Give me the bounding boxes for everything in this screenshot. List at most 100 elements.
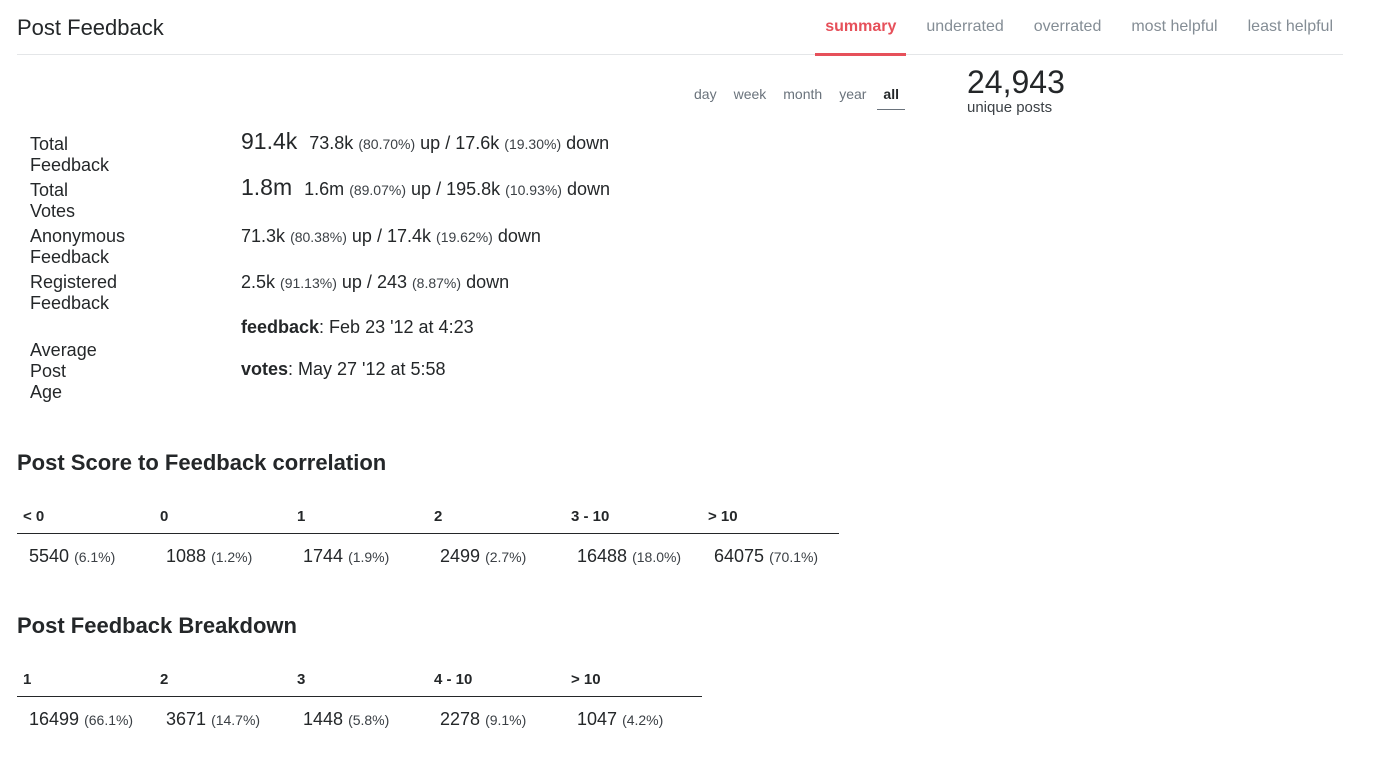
column-header: 1 <box>291 508 428 534</box>
table-cell: 2499 (2.7%) <box>428 534 565 568</box>
unique-posts: 24,943 unique posts <box>967 64 1065 116</box>
post-feedback-page: Post Feedback summary underrated overrat… <box>0 0 1390 771</box>
tab-least-helpful[interactable]: least helpful <box>1238 0 1343 55</box>
tab-summary[interactable]: summary <box>815 0 907 56</box>
column-header: < 0 <box>17 508 154 534</box>
votes-age-key: votes <box>241 359 289 379</box>
table-cell: 1088 (1.2%) <box>154 534 291 568</box>
cell-percent: (4.2%) <box>622 712 664 728</box>
column-header: 3 <box>291 671 428 697</box>
down-count: 17.4k <box>386 226 432 246</box>
period-all[interactable]: all <box>877 82 905 110</box>
cell-percent: (70.1%) <box>769 549 819 565</box>
stat-value: feedback: Feb 23 '12 at 4:23 votes: May … <box>241 306 474 390</box>
up-percent: (80.38%) <box>290 229 347 245</box>
tab-bar: summary underrated overrated most helpfu… <box>805 0 1343 56</box>
table-row: 16499 (66.1%) 3671 (14.7%) 1448 (5.8%) 2… <box>17 697 702 731</box>
period-day[interactable]: day <box>688 82 723 110</box>
table-row: 5540 (6.1%) 1088 (1.2%) 1744 (1.9%) 2499… <box>17 534 839 568</box>
up-count: 71.3k <box>241 226 286 246</box>
down-percent: (8.87%) <box>412 275 462 291</box>
down-word: down <box>497 226 541 246</box>
cell-percent: (9.1%) <box>485 712 527 728</box>
up-count: 73.8k <box>309 133 354 153</box>
tab-underrated[interactable]: underrated <box>916 0 1013 55</box>
down-percent: (19.30%) <box>504 136 562 152</box>
cell-count: 16499 <box>29 709 80 729</box>
up-word: up <box>351 226 372 246</box>
cell-count: 2499 <box>440 546 481 566</box>
up-percent: (89.07%) <box>349 182 406 198</box>
cell-count: 1088 <box>166 546 207 566</box>
column-header: > 10 <box>702 508 839 534</box>
table-header-row: < 0 0 1 2 3 - 10 > 10 <box>17 508 839 534</box>
table-cell: 1047 (4.2%) <box>565 697 702 731</box>
down-count: 17.6k <box>455 133 500 153</box>
up-count: 2.5k <box>241 272 276 292</box>
column-header: 2 <box>154 671 291 697</box>
table-cell: 16488 (18.0%) <box>565 534 702 568</box>
feedback-age-value: : Feb 23 '12 at 4:23 <box>319 317 474 337</box>
votes-age: votes: May 27 '12 at 5:58 <box>241 348 474 390</box>
column-header: 3 - 10 <box>565 508 702 534</box>
page-header: Post Feedback summary underrated overrat… <box>17 0 1343 56</box>
cell-percent: (66.1%) <box>84 712 134 728</box>
separator: / <box>436 179 442 199</box>
column-header: 0 <box>154 508 291 534</box>
cell-count: 16488 <box>577 546 628 566</box>
stat-label: Registered Feedback <box>30 272 118 313</box>
stat-label: Total Votes <box>30 180 76 221</box>
separator: / <box>376 226 382 246</box>
stat-value: 91.4k 73.8k (80.70%) up / 17.6k (19.30%) … <box>241 128 609 155</box>
down-word: down <box>566 179 611 199</box>
up-word: up <box>411 179 432 199</box>
period-week[interactable]: week <box>728 82 773 110</box>
separator: / <box>366 272 372 292</box>
separator: / <box>445 133 451 153</box>
column-header: 1 <box>17 671 154 697</box>
cell-count: 5540 <box>29 546 70 566</box>
up-word: up <box>341 272 362 292</box>
tab-overrated[interactable]: overrated <box>1024 0 1112 55</box>
tab-most-helpful[interactable]: most helpful <box>1121 0 1227 55</box>
cell-percent: (6.1%) <box>74 549 116 565</box>
unique-posts-label: unique posts <box>967 99 1053 116</box>
score-correlation-title: Post Score to Feedback correlation <box>17 450 387 475</box>
page-title: Post Feedback <box>17 15 164 40</box>
table-cell: 1448 (5.8%) <box>291 697 428 731</box>
stat-value: 71.3k (80.38%) up / 17.4k (19.62%) down <box>241 226 541 247</box>
stat-value: 2.5k (91.13%) up / 243 (8.87%) down <box>241 272 509 293</box>
up-count: 1.6m <box>304 179 345 199</box>
stat-label: Total Feedback <box>30 134 110 175</box>
period-year[interactable]: year <box>833 82 872 110</box>
down-percent: (10.93%) <box>505 182 562 198</box>
table-cell: 5540 (6.1%) <box>17 534 154 568</box>
down-word: down <box>566 133 610 153</box>
cell-percent: (1.9%) <box>348 549 390 565</box>
stat-label: Anonymous Feedback <box>30 226 126 267</box>
cell-percent: (5.8%) <box>348 712 390 728</box>
table-cell: 3671 (14.7%) <box>154 697 291 731</box>
feedback-breakdown-table: 1 2 3 4 - 10 > 10 16499 (66.1%) 3671 (14… <box>17 671 702 730</box>
feedback-age-key: feedback <box>241 317 320 337</box>
column-header: > 10 <box>565 671 702 697</box>
down-percent: (19.62%) <box>436 229 493 245</box>
table-cell: 64075 (70.1%) <box>702 534 839 568</box>
cell-count: 2278 <box>440 709 481 729</box>
cell-count: 1047 <box>577 709 618 729</box>
table-header-row: 1 2 3 4 - 10 > 10 <box>17 671 702 697</box>
table-cell: 1744 (1.9%) <box>291 534 428 568</box>
total-votes-count: 1.8m <box>241 174 293 200</box>
down-count: 195.8k <box>446 179 501 199</box>
period-month[interactable]: month <box>777 82 828 110</box>
table-cell: 16499 (66.1%) <box>17 697 154 731</box>
unique-posts-count: 24,943 <box>967 64 1065 100</box>
cell-percent: (18.0%) <box>632 549 682 565</box>
stat-value: 1.8m 1.6m (89.07%) up / 195.8k (10.93%) d… <box>241 174 610 201</box>
cell-count: 1744 <box>303 546 344 566</box>
cell-count: 1448 <box>303 709 344 729</box>
cell-percent: (14.7%) <box>211 712 261 728</box>
cell-count: 64075 <box>714 546 765 566</box>
feedback-breakdown-title: Post Feedback Breakdown <box>17 613 297 638</box>
up-percent: (80.70%) <box>358 136 416 152</box>
